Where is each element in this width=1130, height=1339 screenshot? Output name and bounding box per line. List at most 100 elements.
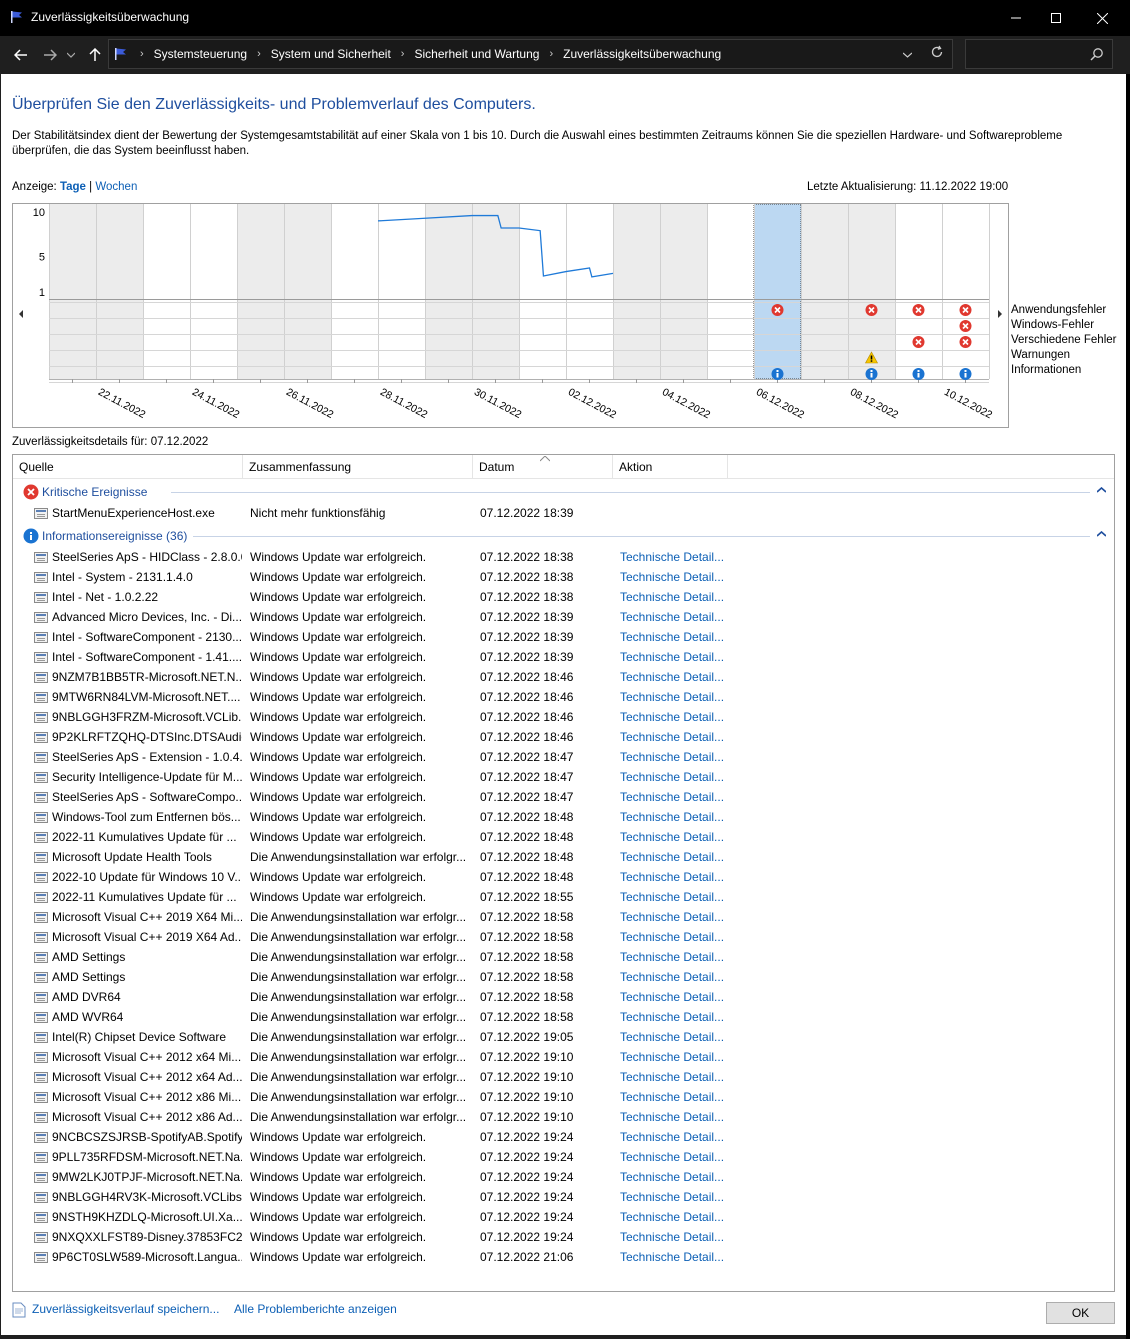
recent-locations-button[interactable] [64,44,78,66]
table-row[interactable]: SteelSeries ApS - SoftwareCompo... Window… [13,787,1114,807]
search-input[interactable] [965,39,1113,69]
technical-details-link[interactable]: Technische Detail... [620,710,740,724]
error-icon[interactable] [959,320,972,332]
technical-details-link[interactable]: Technische Detail... [620,890,740,904]
chevron-down-icon[interactable] [902,47,913,61]
error-icon[interactable] [959,304,972,316]
technical-details-link[interactable]: Technische Detail... [620,1170,740,1184]
save-history-link[interactable]: Zuverlässigkeitsverlauf speichern... [32,1302,219,1316]
view-weeks-link[interactable]: Wochen [95,181,137,193]
technical-details-link[interactable]: Technische Detail... [620,1210,740,1224]
technical-details-link[interactable]: Technische Detail... [620,1150,740,1164]
details-list[interactable]: Quelle Zusammenfassung Datum Aktion Krit… [12,454,1115,1292]
table-row[interactable]: Microsoft Visual C++ 2012 x64 Mi... Die A… [13,1047,1114,1067]
table-row[interactable]: 9PLL735RFDSM-Microsoft.NET.Na... Windows … [13,1147,1114,1167]
technical-details-link[interactable]: Technische Detail... [620,970,740,984]
technical-details-link[interactable]: Technische Detail... [620,670,740,684]
scroll-left-icon[interactable] [19,310,23,318]
table-row[interactable]: Microsoft Visual C++ 2019 X64 Mi... Die A… [13,907,1114,927]
technical-details-link[interactable]: Technische Detail... [620,650,740,664]
table-row[interactable]: Intel - SoftwareComponent - 2130... Windo… [13,627,1114,647]
column-header-source[interactable]: Quelle [13,455,243,479]
breadcrumb-item[interactable]: Systemsteuerung [148,47,253,61]
table-row[interactable]: 9MW2LKJ0TPJF-Microsoft.NET.Na... Windows … [13,1167,1114,1187]
technical-details-link[interactable]: Technische Detail... [620,930,740,944]
table-row[interactable]: Security Intelligence-Update für M... Win… [13,767,1114,787]
error-icon[interactable] [771,304,784,316]
technical-details-link[interactable]: Technische Detail... [620,550,740,564]
table-row[interactable]: 2022-11 Kumulatives Update für ... Window… [13,887,1114,907]
technical-details-link[interactable]: Technische Detail... [620,1250,740,1264]
breadcrumb-item[interactable]: Sicherheit und Wartung [408,47,545,61]
scroll-right-icon[interactable] [998,310,1002,318]
info-icon[interactable] [865,368,878,380]
technical-details-link[interactable]: Technische Detail... [620,1030,740,1044]
technical-details-link[interactable]: Technische Detail... [620,770,740,784]
table-row[interactable]: 9P6CT0SLW589-Microsoft.Langua... Windows … [13,1247,1114,1267]
view-days-link[interactable]: Tage [60,181,86,193]
technical-details-link[interactable]: Technische Detail... [620,1230,740,1244]
table-row[interactable]: 9NBLGGH3FRZM-Microsoft.VCLib... Windows U… [13,707,1114,727]
technical-details-link[interactable]: Technische Detail... [620,590,740,604]
breadcrumb-item[interactable]: System und Sicherheit [265,47,397,61]
refresh-icon[interactable] [930,45,944,62]
stability-chart[interactable]: 10 5 1 22.11.2022 24.11.2022 26.11.2022 28.11.… [12,203,1009,428]
table-row[interactable]: AMD WVR64 Die Anwendungsinstallation war … [13,1007,1114,1027]
info-icon[interactable] [912,368,925,380]
group-critical-events[interactable]: Kritische Ereignisse [13,481,1114,503]
table-row[interactable]: Microsoft Update Health Tools Die Anwendu… [13,847,1114,867]
table-row[interactable]: 9MTW6RN84LVM-Microsoft.NET.... Windows Up… [13,687,1114,707]
technical-details-link[interactable]: Technische Detail... [620,1090,740,1104]
table-row[interactable]: 2022-10 Update für Windows 10 V... Window… [13,867,1114,887]
info-icon[interactable] [771,368,784,380]
chevron-up-icon[interactable] [1096,528,1107,540]
technical-details-link[interactable]: Technische Detail... [620,1190,740,1204]
table-row[interactable]: Advanced Micro Devices, Inc. - Di... Wind… [13,607,1114,627]
all-problem-reports-link[interactable]: Alle Problemberichte anzeigen [234,1302,397,1316]
table-row[interactable]: Microsoft Visual C++ 2019 X64 Ad... Die A… [13,927,1114,947]
technical-details-link[interactable]: Technische Detail... [620,830,740,844]
breadcrumb-item[interactable]: Zuverlässigkeitsüberwachung [557,47,727,61]
error-icon[interactable] [912,304,925,316]
table-row[interactable]: SteelSeries ApS - HIDClass - 2.8.0.0 Wind… [13,547,1114,567]
chevron-up-icon[interactable] [1096,484,1107,496]
technical-details-link[interactable]: Technische Detail... [620,990,740,1004]
error-icon[interactable] [865,304,878,316]
table-row[interactable]: StartMenuExperienceHost.exe Nicht mehr fu… [13,503,1114,523]
technical-details-link[interactable]: Technische Detail... [620,870,740,884]
table-row[interactable]: Microsoft Visual C++ 2012 x86 Ad... Die A… [13,1107,1114,1127]
table-row[interactable]: Intel(R) Chipset Device Software Die Anwe… [13,1027,1114,1047]
table-row[interactable]: AMD Settings Die Anwendungsinstallation w… [13,947,1114,967]
technical-details-link[interactable]: Technische Detail... [620,730,740,744]
error-icon[interactable] [959,336,972,348]
info-icon[interactable] [959,368,972,380]
technical-details-link[interactable]: Technische Detail... [620,570,740,584]
table-row[interactable]: Microsoft Visual C++ 2012 x86 Mi... Die A… [13,1087,1114,1107]
column-header-action[interactable]: Aktion [613,455,728,479]
technical-details-link[interactable]: Technische Detail... [620,810,740,824]
technical-details-link[interactable]: Technische Detail... [620,910,740,924]
error-icon[interactable] [912,336,925,348]
table-row[interactable]: SteelSeries ApS - Extension - 1.0.4.0 Win… [13,747,1114,767]
table-row[interactable]: Windows-Tool zum Entfernen bös... Windows… [13,807,1114,827]
table-row[interactable]: 9P2KLRFTZQHQ-DTSInc.DTSAudio... Windows U… [13,727,1114,747]
maximize-button[interactable] [1033,0,1079,36]
technical-details-link[interactable]: Technische Detail... [620,1110,740,1124]
close-button[interactable] [1079,0,1125,36]
technical-details-link[interactable]: Technische Detail... [620,1050,740,1064]
table-row[interactable]: 9NZM7B1BB5TR-Microsoft.NET.N... Windows U… [13,667,1114,687]
table-row[interactable]: Intel - System - 2131.1.4.0 Windows Updat… [13,567,1114,587]
technical-details-link[interactable]: Technische Detail... [620,610,740,624]
technical-details-link[interactable]: Technische Detail... [620,950,740,964]
technical-details-link[interactable]: Technische Detail... [620,1070,740,1084]
table-row[interactable]: 2022-11 Kumulatives Update für ... Window… [13,827,1114,847]
technical-details-link[interactable]: Technische Detail... [620,630,740,644]
table-row[interactable]: Intel - Net - 1.0.2.22 Windows Update war… [13,587,1114,607]
table-row[interactable]: AMD Settings Die Anwendungsinstallation w… [13,967,1114,987]
table-row[interactable]: 9NCBCSZSJRSB-SpotifyAB.Spotify... Windows… [13,1127,1114,1147]
up-button[interactable] [84,44,106,66]
forward-button[interactable] [39,44,61,66]
technical-details-link[interactable]: Technische Detail... [620,850,740,864]
technical-details-link[interactable]: Technische Detail... [620,750,740,764]
back-button[interactable] [10,44,32,66]
